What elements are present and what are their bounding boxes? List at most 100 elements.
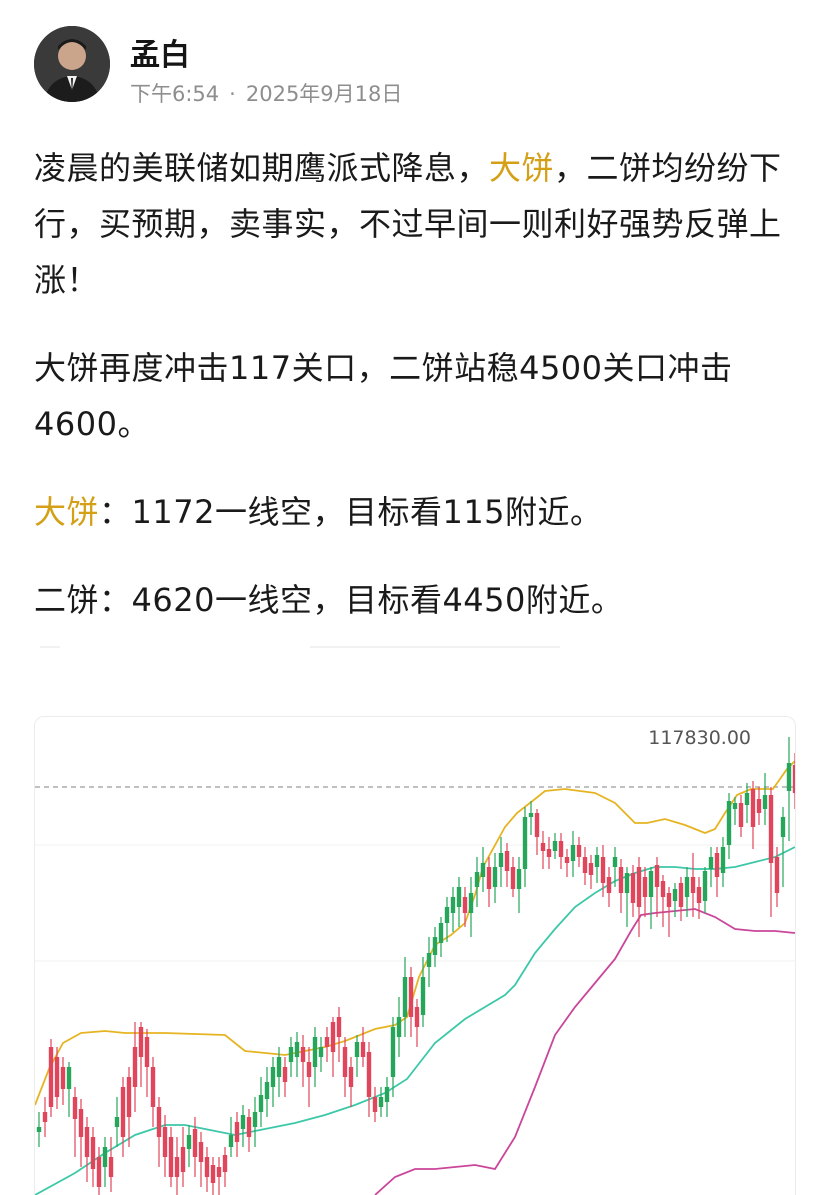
candle-body — [768, 795, 774, 863]
candle-body — [114, 1117, 120, 1127]
candle-body — [366, 1052, 372, 1097]
candle-body — [54, 1057, 60, 1097]
candle-body — [348, 1067, 354, 1087]
candle-body — [174, 1157, 180, 1177]
candle-body — [144, 1037, 150, 1067]
paragraph-4: 二饼：4620一线空，目标看4450附近。 — [34, 581, 624, 619]
candle-body — [504, 851, 510, 871]
highlight-btc: 大饼 — [34, 493, 100, 531]
paragraph-1-text-a: 凌晨的美联储如期鹰派式降息， — [34, 149, 490, 187]
candle-body — [636, 867, 642, 907]
post-date: 2025年9月18日 — [245, 82, 403, 106]
candle-body — [450, 897, 456, 913]
price-label: 117830.00 — [648, 727, 751, 749]
candle-body — [48, 1047, 54, 1107]
candle-body — [360, 1042, 366, 1057]
candle-body — [390, 1027, 396, 1077]
candle-body — [702, 871, 708, 901]
candle-body — [648, 871, 654, 897]
candle-body — [444, 907, 450, 923]
candle-body — [216, 1167, 222, 1177]
candle-body — [228, 1135, 234, 1147]
candle-body — [522, 817, 528, 869]
divider — [40, 646, 60, 648]
candle-body — [510, 867, 516, 889]
candle-body — [78, 1109, 84, 1137]
candle-body — [426, 953, 432, 967]
candle-body — [138, 1027, 144, 1057]
candle-body — [276, 1057, 282, 1077]
candle-body — [684, 877, 690, 897]
candle-body — [42, 1112, 48, 1122]
avatar[interactable] — [34, 26, 110, 102]
candle-body — [480, 863, 486, 877]
candle-body — [786, 763, 792, 791]
candle-body — [102, 1147, 108, 1167]
candle-body — [726, 801, 732, 845]
candle-body — [156, 1107, 162, 1137]
candle-body — [690, 877, 696, 893]
lower-band-line — [374, 908, 795, 1195]
candle-body — [654, 865, 660, 887]
candle-body — [246, 1117, 252, 1137]
candle-body — [222, 1155, 228, 1172]
candle-body — [372, 1097, 378, 1112]
candle-body — [732, 803, 738, 809]
candle-body — [414, 1007, 420, 1027]
candle-body — [294, 1042, 300, 1057]
candle-body — [582, 857, 588, 873]
paragraph-1: 凌晨的美联储如期鹰派式降息，大饼，二饼均纷纷下行，买预期，卖事实，不过早间一则利… — [34, 140, 804, 308]
divider — [310, 646, 560, 648]
candle-body — [462, 897, 468, 913]
candle-body — [492, 867, 498, 887]
candle-body — [234, 1122, 240, 1142]
candle-body — [318, 1047, 324, 1057]
candle-body — [750, 789, 756, 827]
candle-body — [594, 855, 600, 867]
candle-body — [132, 1047, 138, 1087]
candle-body — [756, 799, 762, 813]
candle-body — [678, 883, 684, 907]
candle-body — [432, 937, 438, 955]
candle-body — [396, 1017, 402, 1037]
candle-body — [570, 845, 576, 861]
candle-body — [336, 1017, 342, 1037]
candle-body — [96, 1157, 102, 1187]
candle-body — [198, 1142, 204, 1162]
candle-body — [528, 813, 534, 817]
candle-body — [84, 1127, 90, 1157]
author-name[interactable]: 孟白 — [130, 30, 190, 74]
candle-body — [600, 857, 606, 883]
candle-body — [288, 1047, 294, 1062]
candle-body — [744, 793, 750, 805]
candle-body — [36, 1127, 42, 1132]
candle-body — [666, 893, 672, 907]
candle-body — [564, 857, 570, 863]
candle-body — [258, 1095, 264, 1112]
candle-body — [300, 1047, 306, 1062]
paragraph-3: 大饼：1172一线空，目标看115附近。 — [34, 484, 804, 540]
candle-body — [120, 1087, 126, 1137]
candle-body — [780, 817, 786, 837]
candle-body — [126, 1077, 132, 1117]
candle-body — [312, 1037, 318, 1067]
candle-body — [552, 841, 558, 851]
price-chart[interactable]: 117830.00 — [34, 716, 796, 1195]
candle-body — [618, 867, 624, 893]
candle-body — [606, 877, 612, 893]
candle-body — [672, 889, 678, 901]
candle-body — [270, 1067, 276, 1087]
post-timestamp: 下午6:54 · 2025年9月18日 — [130, 78, 402, 108]
candle-body — [60, 1067, 66, 1089]
candle-body — [108, 1157, 114, 1177]
candle-body — [66, 1067, 72, 1089]
candle-body — [720, 847, 726, 873]
candle-body — [624, 873, 630, 893]
candle-body — [486, 867, 492, 889]
candle-body — [516, 869, 522, 889]
candle-body — [456, 887, 462, 907]
candle-body — [186, 1135, 192, 1149]
candlestick-chart — [35, 737, 795, 1195]
candle-body — [714, 853, 720, 877]
candle-body — [708, 857, 714, 869]
